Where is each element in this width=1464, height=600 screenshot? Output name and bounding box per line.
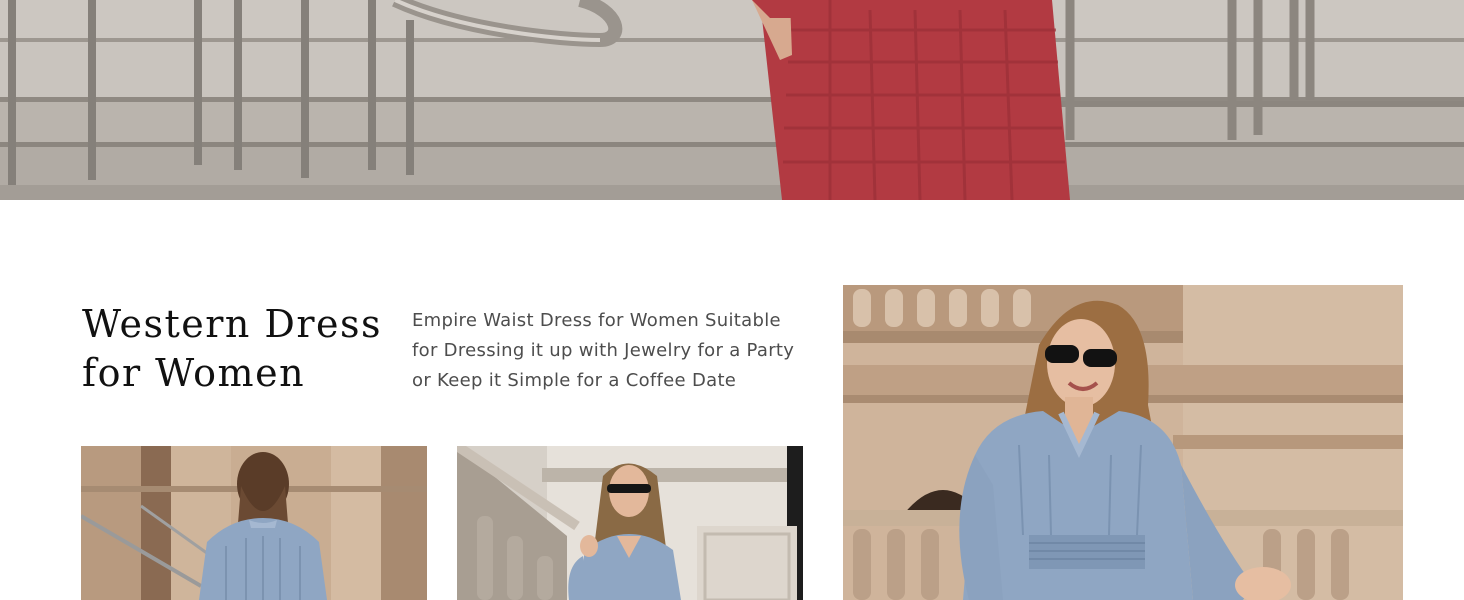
section-title: Western Dress for Women xyxy=(82,300,402,398)
section-title-line-2: for Women xyxy=(82,351,306,395)
section-description: Empire Waist Dress for Women Suitable fo… xyxy=(412,310,795,391)
feature-photo xyxy=(843,285,1403,600)
front-view-photo xyxy=(457,446,803,600)
hero-photo-art xyxy=(0,0,1464,200)
back-view-photo xyxy=(81,446,427,600)
section-title-line-1: Western Dress xyxy=(82,302,383,346)
hero-photo xyxy=(0,0,1464,200)
